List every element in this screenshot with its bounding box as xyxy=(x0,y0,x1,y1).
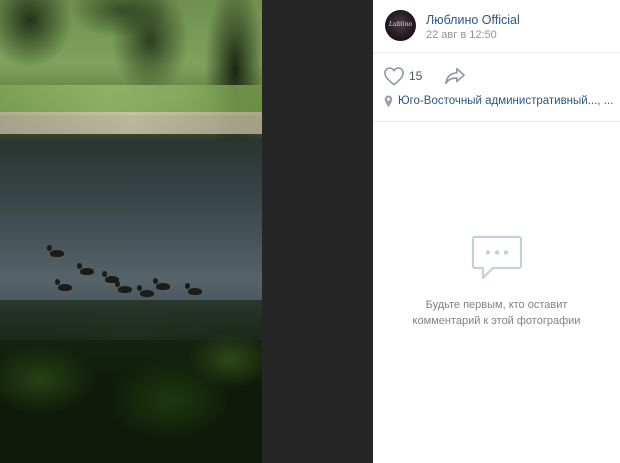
post-date[interactable]: 22 авг в 12:50 xyxy=(426,29,497,41)
duck xyxy=(77,263,94,275)
no-comments-line-2: комментарий к этой фотографии xyxy=(412,315,581,327)
avatar-logo: Lublino xyxy=(388,21,412,28)
avatar[interactable]: Lublino xyxy=(385,10,416,41)
duck xyxy=(185,283,202,295)
author-name[interactable]: Люблино Official xyxy=(426,13,520,27)
photo-grass xyxy=(0,85,262,115)
speech-bubble-icon xyxy=(471,234,523,287)
duck xyxy=(55,279,72,291)
no-comments-message: Будьте первым, кто оставит комментарий к… xyxy=(373,297,620,329)
share-button[interactable] xyxy=(444,66,466,91)
divider xyxy=(373,121,620,122)
photo-path xyxy=(0,112,262,134)
like-button[interactable] xyxy=(383,66,405,91)
location-link[interactable]: Юго-Восточный административный..., ... xyxy=(398,95,613,107)
photo-bushes xyxy=(0,300,262,463)
duck xyxy=(47,245,64,257)
share-arrow-icon xyxy=(445,67,465,85)
duck xyxy=(115,281,132,293)
post-side-panel: Lublino Люблино Official 22 авг в 12:50 … xyxy=(373,0,620,463)
location-pin-icon xyxy=(384,95,393,113)
post-header: Lublino Люблино Official 22 авг в 12:50 xyxy=(373,0,620,53)
duck xyxy=(137,285,154,297)
like-count[interactable]: 15 xyxy=(409,69,422,83)
no-comments-line-1: Будьте первым, кто оставит xyxy=(425,299,568,311)
viewer-background xyxy=(262,0,373,463)
heart-icon xyxy=(384,67,404,86)
duck xyxy=(153,278,170,290)
post-photo[interactable] xyxy=(0,0,262,463)
